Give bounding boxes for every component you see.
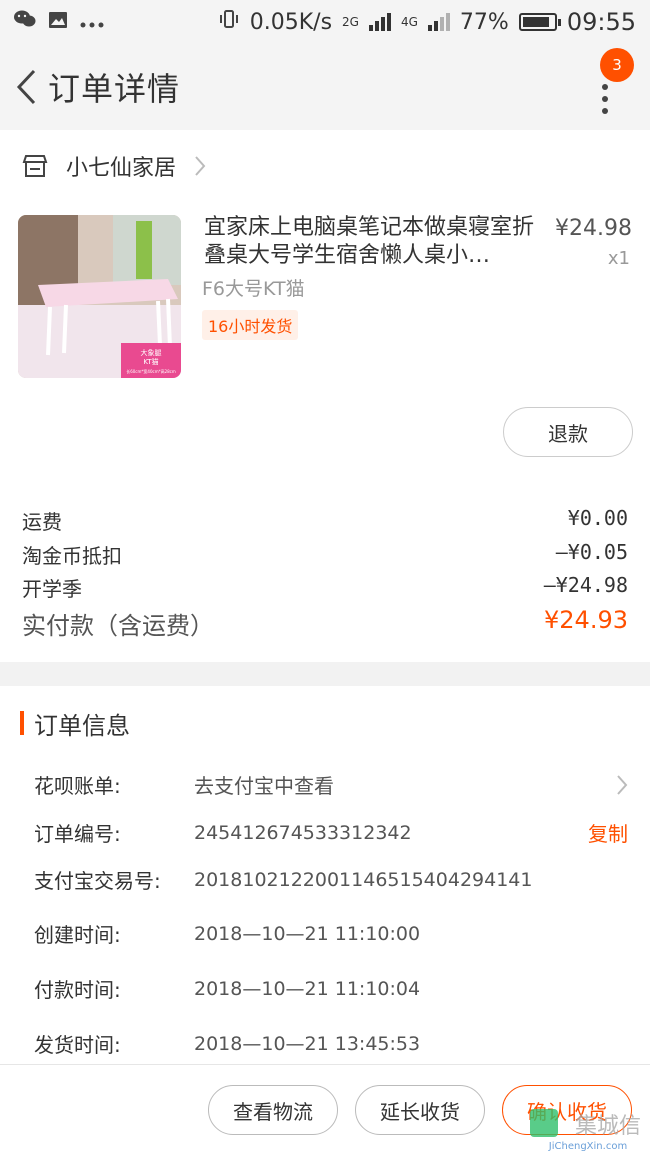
product-sku: F6大号KT猫 <box>202 278 305 300</box>
shop-link[interactable]: 小七仙家居 <box>22 144 206 188</box>
image-icon <box>48 10 68 35</box>
order-info-heading: 订单信息 <box>20 706 130 740</box>
fee-row-promotion: 开学季 —¥24.98 <box>22 573 628 602</box>
shop-name: 小七仙家居 <box>66 156 177 181</box>
signal-1-icon <box>368 13 391 31</box>
bottom-action-bar: 查看物流 延长收货 确认收货 集城信 JiChengXin.com <box>0 1064 650 1155</box>
product-title[interactable]: 宜家床上电脑桌笔记本做桌寝室折叠桌大号学生宿舍懒人桌小… <box>204 214 534 270</box>
more-notifications-icon <box>80 10 104 35</box>
info-label: 创建时间: <box>34 923 121 947</box>
chevron-left-icon <box>16 69 36 105</box>
watermark-logo: 集城信 JiChengXin.com <box>528 1105 646 1153</box>
info-value: 2018—10—21 13:45:53 <box>194 1032 421 1055</box>
battery-percent: 77% <box>459 9 509 35</box>
watermark-brand: 集城信 <box>575 1114 641 1139</box>
clock: 09:55 <box>566 8 636 36</box>
thumb-label-3: 长60cm*宽40cm*高28cm <box>126 368 176 374</box>
back-button[interactable] <box>6 57 46 117</box>
page-title: 订单详情 <box>48 70 181 108</box>
info-value: 2018—10—21 11:10:04 <box>194 977 421 1000</box>
product-thumbnail[interactable]: 大象腿 KT猫 长60cm*宽40cm*高28cm <box>18 215 181 378</box>
info-label: 花呗账单: <box>34 774 121 798</box>
network-speed: 0.05K/s <box>249 9 333 35</box>
paid-time-row: 付款时间: 2018—10—21 11:10:04 <box>34 974 628 1003</box>
info-value: 去支付宝中查看 <box>194 774 334 798</box>
fee-row-coin-discount: 淘金币抵扣 —¥0.05 <box>22 540 628 569</box>
order-info-title: 订单信息 <box>34 711 130 740</box>
shop-icon <box>22 155 48 177</box>
order-number-row: 订单编号: 245412674533312342 复制 <box>34 818 628 847</box>
heading-accent-bar <box>20 711 24 735</box>
total-label: 实付款（含运费） <box>22 612 214 640</box>
info-label: 支付宝交易号: <box>34 869 161 893</box>
alipay-trade-number: 2018102122001146515404294141 <box>194 868 533 891</box>
network-2g-label: 2G <box>342 15 359 29</box>
total-value: ¥24.93 <box>544 606 628 634</box>
vibrate-icon <box>218 9 240 35</box>
alipay-trade-row: 支付宝交易号: 2018102122001146515404294141 <box>34 865 628 894</box>
fee-value: —¥24.98 <box>543 573 628 597</box>
network-4g-label: 4G <box>400 15 418 29</box>
created-time-row: 创建时间: 2018—10—21 11:10:00 <box>34 919 628 948</box>
fee-label: 淘金币抵扣 <box>22 544 122 568</box>
wechat-icon <box>14 9 36 35</box>
shipped-time-row: 发货时间: 2018—10—21 13:45:53 <box>34 1029 628 1058</box>
info-label: 付款时间: <box>34 978 121 1002</box>
chevron-right-icon <box>617 774 628 795</box>
order-number: 245412674533312342 <box>194 821 412 844</box>
total-paid-row: 实付款（含运费） ¥24.93 <box>22 606 628 641</box>
extend-receipt-button[interactable]: 延长收货 <box>355 1085 485 1135</box>
fee-label: 运费 <box>22 510 62 534</box>
product-price: ¥24.98 <box>555 216 632 241</box>
battery-icon <box>518 13 561 31</box>
fee-value: ¥0.00 <box>567 506 628 530</box>
message-count-badge: 3 <box>600 48 634 82</box>
app-header: 订单详情 3 <box>0 44 650 130</box>
status-bar: 0.05K/s 2G 4G 77% 09:55 <box>0 0 650 44</box>
refund-button[interactable]: 退款 <box>503 407 633 457</box>
fee-row-shipping: 运费 ¥0.00 <box>22 506 628 535</box>
product-quantity: x1 <box>607 248 630 269</box>
copy-button[interactable]: 复制 <box>588 818 628 847</box>
watermark-url: JiChengXin.com <box>548 1141 627 1152</box>
info-label: 订单编号: <box>34 822 121 846</box>
thumb-label-1: 大象腿 <box>141 348 162 357</box>
view-logistics-button[interactable]: 查看物流 <box>208 1085 338 1135</box>
signal-2-icon <box>427 13 450 31</box>
info-value: 2018—10—21 11:10:00 <box>194 922 421 945</box>
fee-label: 开学季 <box>22 577 82 601</box>
huabei-row[interactable]: 花呗账单: 去支付宝中查看 <box>34 770 628 799</box>
order-info-section: 订单信息 花呗账单: 去支付宝中查看 订单编号: 245412674533312… <box>0 686 650 1064</box>
chevron-right-icon <box>195 156 206 176</box>
fee-value: —¥0.05 <box>555 540 628 564</box>
order-card: 小七仙家居 大象腿 KT猫 长60cm*宽40cm*高28cm 宜家床上电脑桌笔… <box>0 130 650 662</box>
thumb-label-2: KT猫 <box>143 357 158 366</box>
shipping-time-tag: 16小时发货 <box>202 310 299 340</box>
info-label: 发货时间: <box>34 1033 121 1057</box>
